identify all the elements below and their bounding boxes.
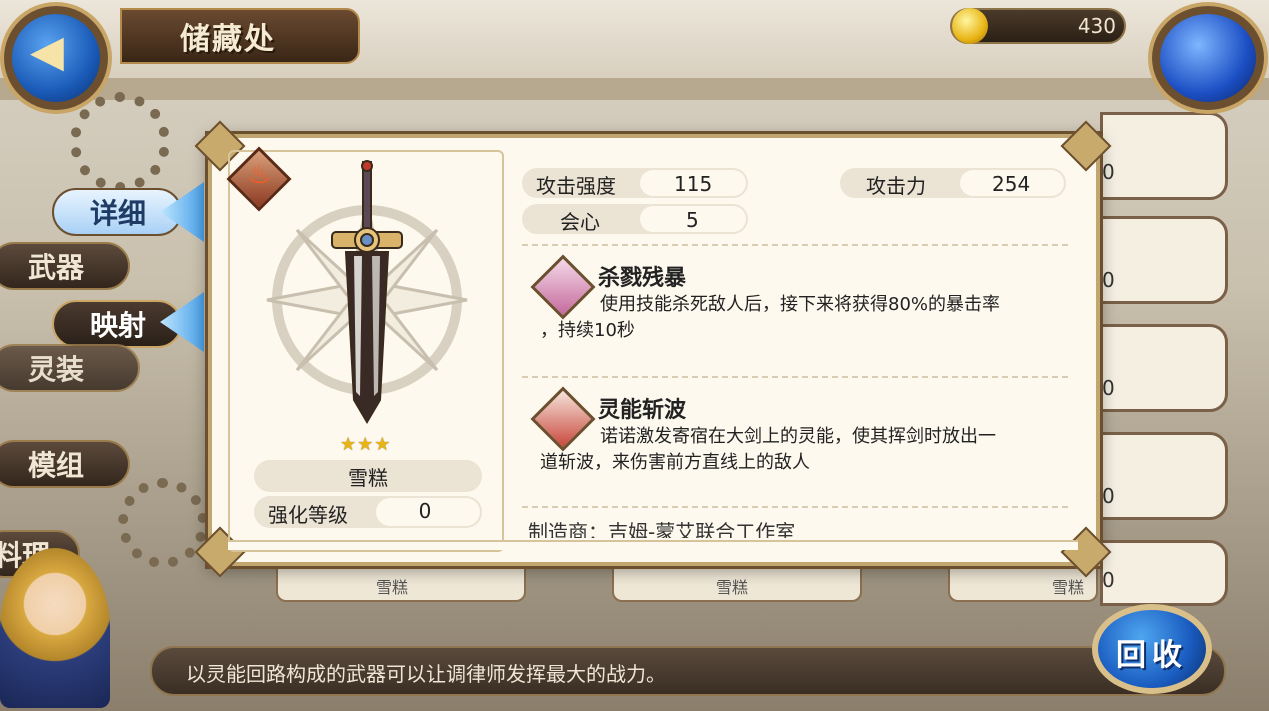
stat-crit-value: 5 bbox=[686, 208, 699, 232]
gear-decoration bbox=[118, 478, 208, 568]
character-avatar bbox=[0, 548, 110, 708]
manufacturer-text: 制造商：吉姆-蒙艾联合工作室 bbox=[528, 520, 796, 538]
stat-crit-label: 会心 bbox=[560, 210, 600, 234]
tab-detail-label: 详细 bbox=[90, 197, 147, 230]
background-beam bbox=[0, 78, 1269, 100]
stat-attack-power-value: 254 bbox=[992, 172, 1031, 196]
list-item[interactable] bbox=[1100, 324, 1228, 412]
tab-weapon[interactable]: 武器 bbox=[0, 242, 130, 290]
list-item-value: 0 bbox=[1102, 160, 1115, 184]
list-item[interactable] bbox=[1100, 432, 1228, 520]
divider bbox=[522, 376, 1068, 378]
enhance-level-value: 0 bbox=[418, 499, 432, 523]
weapon-card-name: 雪糕 bbox=[716, 578, 749, 597]
weapon-name-text: 雪糕 bbox=[348, 465, 388, 490]
list-item[interactable] bbox=[1100, 216, 1228, 304]
weapon-card-name: 雪糕 bbox=[1052, 578, 1085, 597]
enhance-level-label: 强化等级 bbox=[268, 503, 348, 527]
skill-title: 杀戮残暴 bbox=[598, 266, 687, 291]
tab-weapon-label: 武器 bbox=[28, 251, 85, 284]
tab-module-label: 模组 bbox=[28, 449, 85, 482]
recycle-button-label: 回收 bbox=[1116, 638, 1188, 673]
gold-gem-icon bbox=[952, 8, 988, 44]
stat-attack-strength-value: 115 bbox=[674, 172, 713, 196]
divider bbox=[522, 506, 1068, 508]
weapon-name: 雪糕 bbox=[254, 460, 482, 492]
gear-decoration bbox=[70, 92, 170, 192]
tab-mapping[interactable]: 映射 bbox=[52, 300, 182, 348]
list-item-value: 0 bbox=[1102, 268, 1115, 292]
skill-description: ，持续10秒 bbox=[540, 320, 635, 341]
list-item-value: 0 bbox=[1102, 568, 1115, 592]
menu-orb-button[interactable] bbox=[1152, 6, 1264, 110]
list-item[interactable] bbox=[1100, 540, 1228, 606]
tab-spirit-gear[interactable]: 灵装 bbox=[0, 344, 140, 392]
rarity-stars: ★★★ bbox=[340, 434, 392, 455]
panel-bottom-border bbox=[228, 540, 1078, 550]
stat-attack-power-label: 攻击力 bbox=[866, 174, 926, 198]
list-item-value: 0 bbox=[1102, 376, 1115, 400]
tab-spirit-gear-label: 灵装 bbox=[28, 353, 85, 386]
tab-module[interactable]: 模组 bbox=[0, 440, 130, 488]
list-item-value: 0 bbox=[1102, 484, 1115, 508]
weapon-card-name: 雪糕 bbox=[376, 578, 409, 597]
skill-description: 诺诺激发寄宿在大剑上的灵能，使其挥剑时放出一 bbox=[600, 426, 996, 447]
weapon-sword-image bbox=[266, 160, 468, 424]
back-arrow-icon: ◀ bbox=[30, 26, 64, 77]
tab-mapping-label: 映射 bbox=[90, 309, 147, 342]
skill-title: 灵能斩波 bbox=[598, 398, 687, 423]
list-item[interactable] bbox=[1100, 112, 1228, 200]
currency-value: 430 bbox=[1077, 14, 1116, 38]
skill-description: 道斩波，来伤害前方直线上的敌人 bbox=[540, 452, 810, 473]
skill-description: 使用技能杀死敌人后，接下来将获得80%的暴击率 bbox=[600, 294, 1001, 315]
divider bbox=[522, 244, 1068, 246]
page-title: 储藏处 bbox=[180, 22, 276, 57]
hint-text: 以灵能回路构成的武器可以让调律师发挥最大的战力。 bbox=[186, 662, 666, 686]
stat-attack-strength-label: 攻击强度 bbox=[536, 174, 616, 198]
